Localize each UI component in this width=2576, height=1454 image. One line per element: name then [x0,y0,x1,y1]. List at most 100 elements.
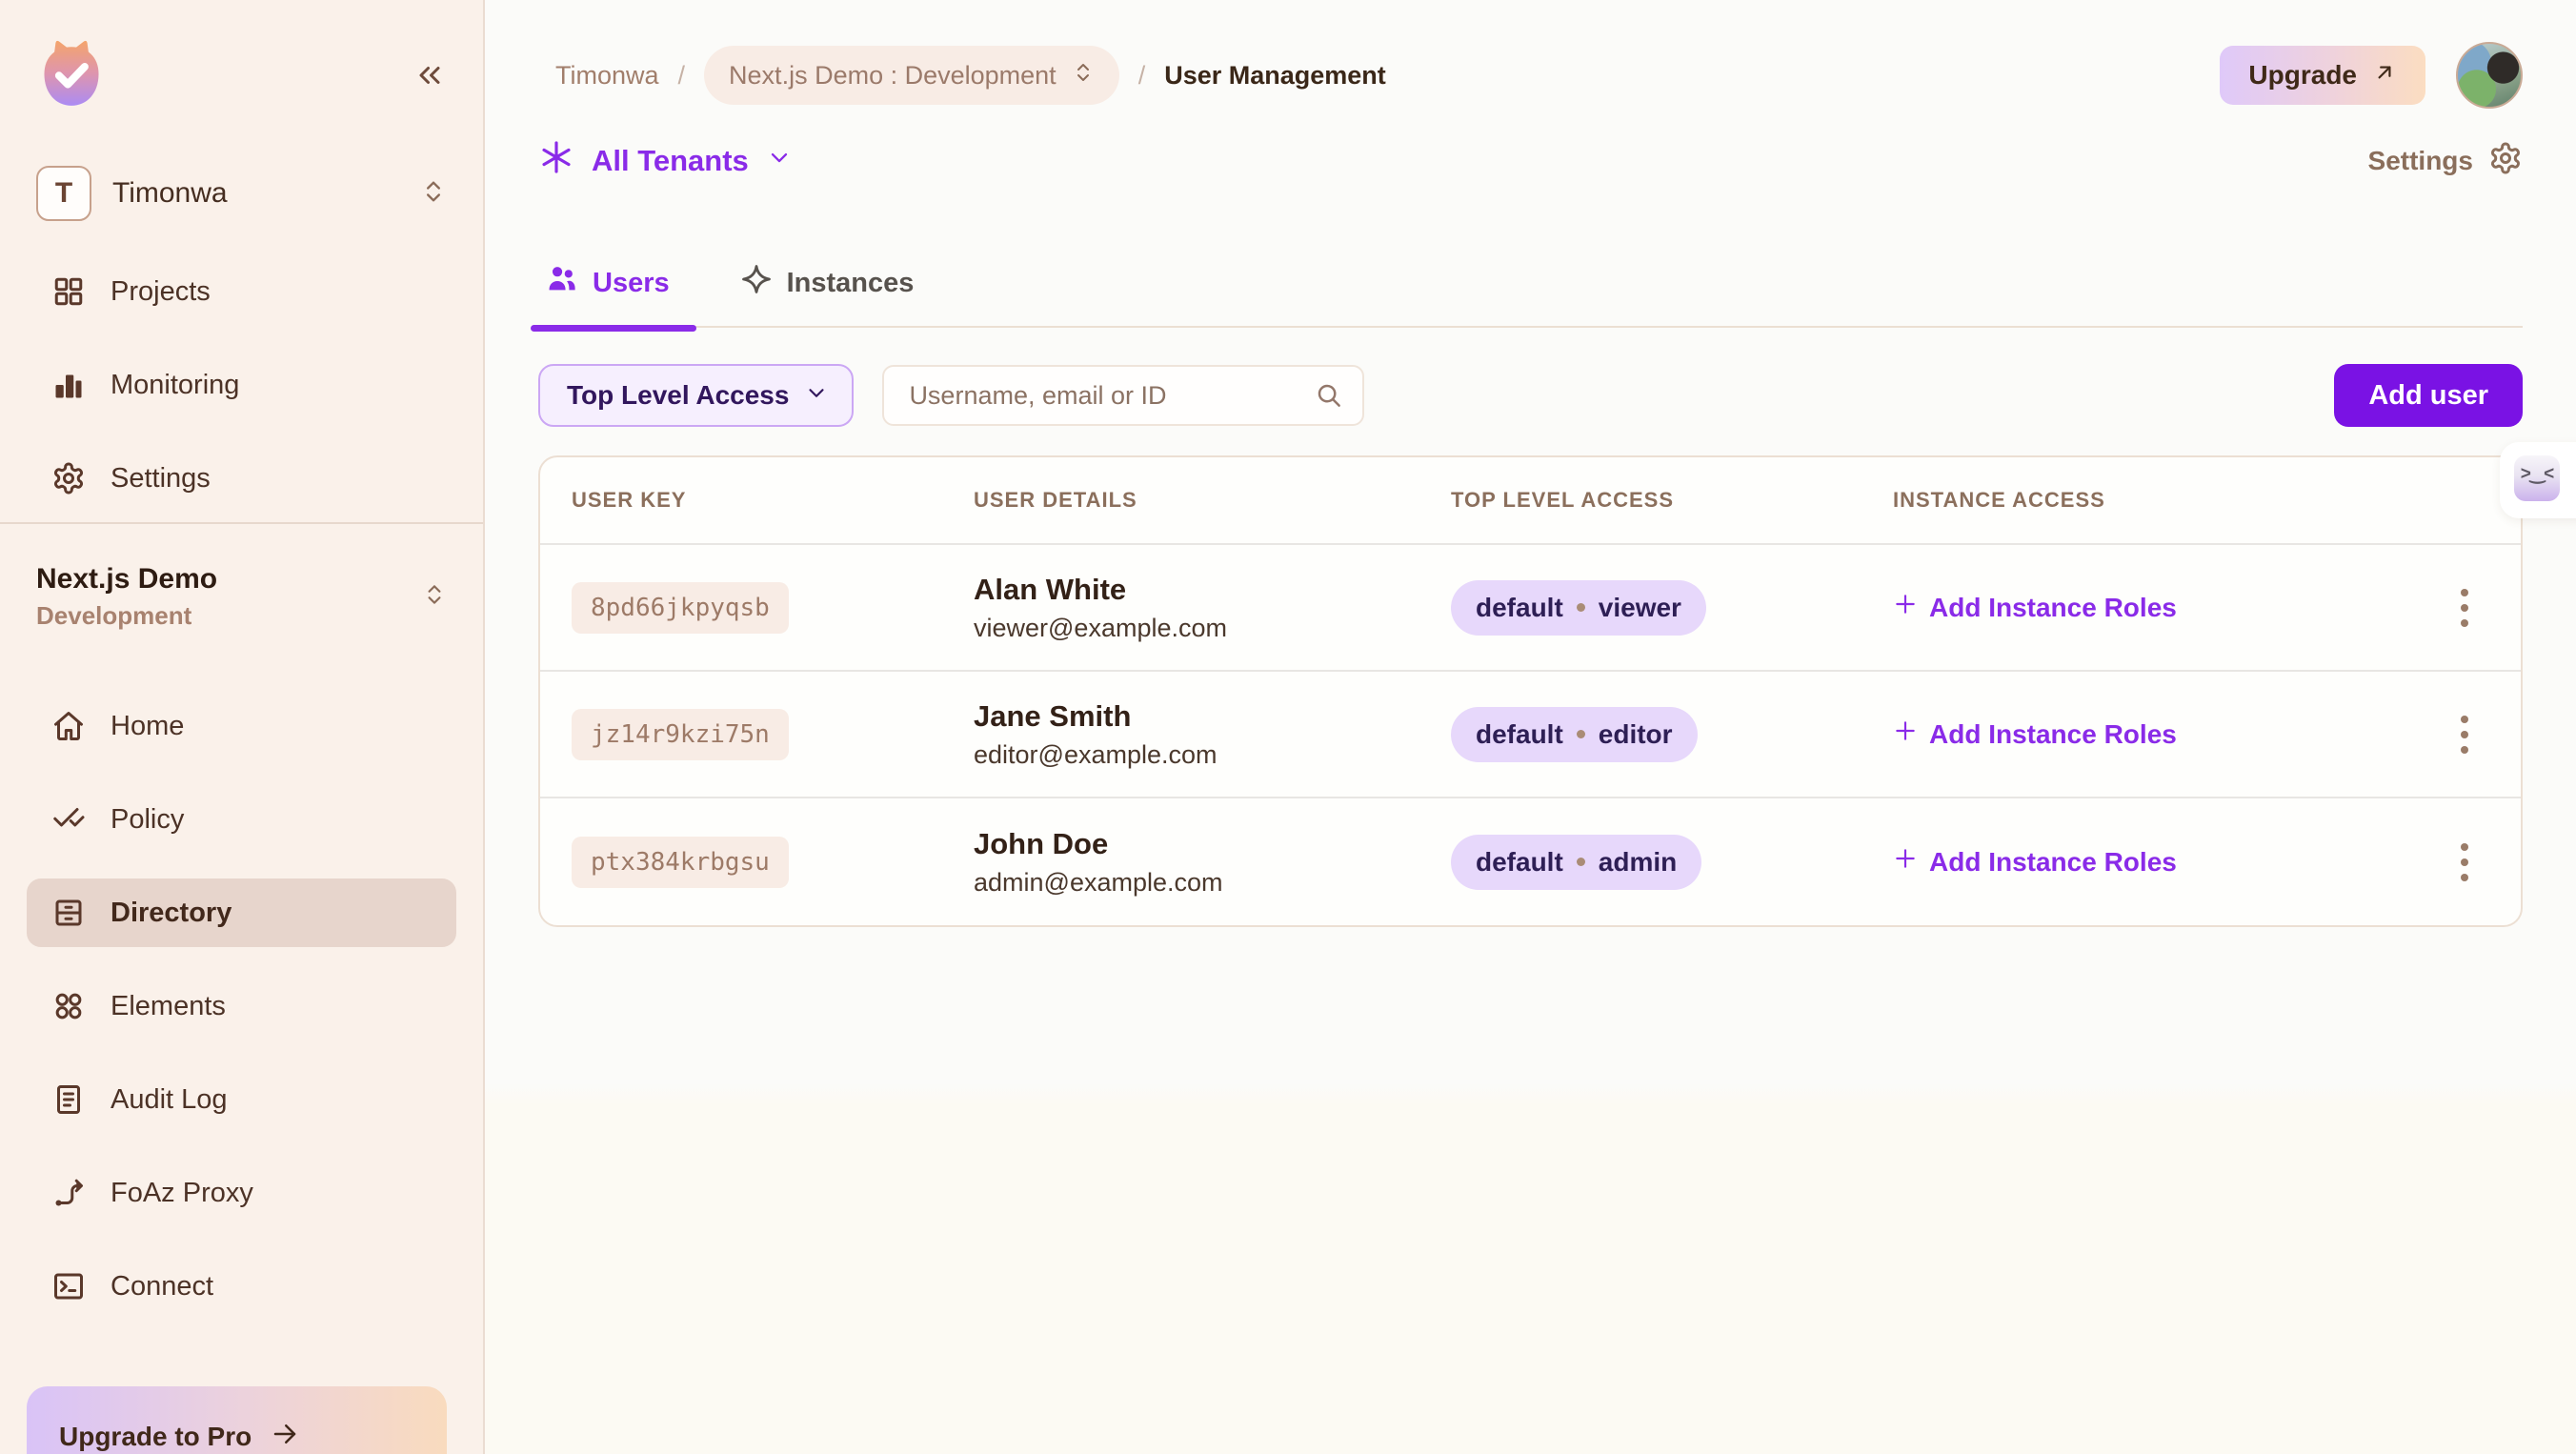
badge-role: admin [1599,847,1677,878]
tab-instances[interactable]: Instances [733,263,922,303]
tenant-bar: All Tenants Settings [538,139,2523,183]
sidebar-item-audit-log[interactable]: Audit Log [27,1065,456,1134]
sidebar-item-directory[interactable]: Directory [27,878,456,947]
user-name: John Doe [974,824,1451,864]
upgrade-button[interactable]: Upgrade [2220,46,2425,105]
app-logo-icon [36,36,107,115]
tab-bar: Users Instances [538,263,2523,328]
sidebar-item-label: Home [111,711,184,742]
user-name: Jane Smith [974,697,1451,737]
sidebar-item-settings[interactable]: Settings [27,444,456,513]
user-email: admin@example.com [974,864,1451,900]
sidebar-divider [0,522,483,524]
sidebar-item-projects[interactable]: Projects [27,257,456,326]
project-switcher[interactable]: Next.js Demo Development [27,560,456,633]
search-input[interactable] [882,365,1364,426]
add-instance-roles-link[interactable]: Add Instance Roles [1893,592,2177,623]
chevrons-up-down-icon [422,582,447,612]
feedback-widget-button[interactable]: >‿< [2514,455,2560,501]
add-instance-roles-link[interactable]: Add Instance Roles [1893,846,2177,878]
sidebar-item-label: Elements [111,991,226,1022]
row-menu-button[interactable] [2440,832,2489,893]
sidebar-item-connect[interactable]: Connect [27,1252,456,1321]
route-arrow-icon [51,1176,86,1210]
home-icon [51,709,86,743]
user-avatar[interactable] [2456,42,2523,109]
tab-label: Users [593,268,670,299]
table-row: ptx384krbgsu John Doe admin@example.com … [540,798,2521,925]
breadcrumb-project-selector[interactable]: Next.js Demo : Development [704,46,1119,105]
sidebar-item-elements[interactable]: Elements [27,972,456,1040]
upgrade-button-label: Upgrade [2248,60,2357,91]
user-details: Jane Smith editor@example.com [974,697,1451,773]
access-badge: default admin [1451,835,1701,890]
plus-icon [1893,846,1918,878]
search-icon [1315,381,1343,414]
user-name: Alan White [974,570,1451,610]
tenant-selector[interactable]: All Tenants [538,139,793,183]
upgrade-to-pro-label: Upgrade to Pro [59,1422,252,1452]
app-root: T Timonwa Projects Monitoring [0,0,2576,1454]
breadcrumb: Timonwa / Next.js Demo : Development / U… [538,46,1386,105]
sidebar-item-policy[interactable]: Policy [27,785,456,854]
upgrade-to-pro-button[interactable]: Upgrade to Pro [27,1386,447,1454]
column-header-top-level-access: TOP LEVEL ACCESS [1451,488,1893,513]
access-filter-dropdown[interactable]: Top Level Access [538,364,854,427]
gear-icon [2488,141,2523,182]
search-box [882,365,1364,426]
table-row: 8pd66jkpyqsb Alan White viewer@example.c… [540,545,2521,672]
org-switcher[interactable]: T Timonwa [27,166,456,221]
tab-label: Instances [787,268,915,299]
user-email: viewer@example.com [974,610,1451,646]
row-menu-button[interactable] [2440,704,2489,765]
sidebar-item-home[interactable]: Home [27,692,456,760]
badge-dot [1577,730,1585,738]
add-instance-roles-link[interactable]: Add Instance Roles [1893,718,2177,750]
sidebar-item-label: Monitoring [111,370,239,401]
sidebar-item-label: Policy [111,804,184,836]
access-badge: default viewer [1451,580,1706,636]
column-header-user-details: USER DETAILS [974,488,1451,513]
top-bar-actions: Upgrade [2220,42,2523,109]
column-header-instance-access: INSTANCE ACCESS [1893,488,2422,513]
access-filter-label: Top Level Access [567,380,789,411]
badge-role: viewer [1599,593,1681,623]
users-icon [546,263,578,303]
sidebar-item-label: Projects [111,276,211,308]
breadcrumb-org[interactable]: Timonwa [555,61,659,91]
sidebar-item-label: Settings [111,463,211,495]
sidebar-item-label: Directory [111,898,231,929]
users-table: USER KEY USER DETAILS TOP LEVEL ACCESS I… [538,455,2523,927]
badge-tenant: default [1476,847,1563,878]
user-key: jz14r9kzi75n [572,709,789,760]
grid-icon [51,274,86,309]
sidebar-org-nav: Projects Monitoring Settings [27,257,456,513]
org-avatar: T [36,166,91,221]
badge-tenant: default [1476,719,1563,750]
chevron-down-icon [804,380,829,412]
row-menu-button[interactable] [2440,577,2489,638]
sidebar-item-label: Connect [111,1271,213,1303]
table-header-row: USER KEY USER DETAILS TOP LEVEL ACCESS I… [540,457,2521,545]
user-email: editor@example.com [974,737,1451,773]
column-header-user-key: USER KEY [572,488,974,513]
sidebar-header [27,38,456,112]
add-instance-roles-label: Add Instance Roles [1929,847,2177,878]
access-badge: default editor [1451,707,1698,762]
user-key: 8pd66jkpyqsb [572,582,789,634]
tab-users[interactable]: Users [538,263,677,303]
sidebar-item-monitoring[interactable]: Monitoring [27,351,456,419]
sidebar-collapse-button[interactable] [409,54,451,96]
badge-role: editor [1599,719,1673,750]
plus-icon [1893,718,1918,750]
user-key: ptx384krbgsu [572,837,789,888]
top-bar: Timonwa / Next.js Demo : Development / U… [538,42,2523,109]
sidebar: T Timonwa Projects Monitoring [0,0,485,1454]
chevrons-up-down-icon [420,178,447,210]
user-details: Alan White viewer@example.com [974,570,1451,646]
sparkle-icon [740,263,773,303]
sidebar-item-foaz-proxy[interactable]: FoAz Proxy [27,1159,456,1227]
gear-icon [51,461,86,495]
settings-link[interactable]: Settings [2368,141,2523,182]
add-user-button[interactable]: Add user [2334,364,2523,427]
